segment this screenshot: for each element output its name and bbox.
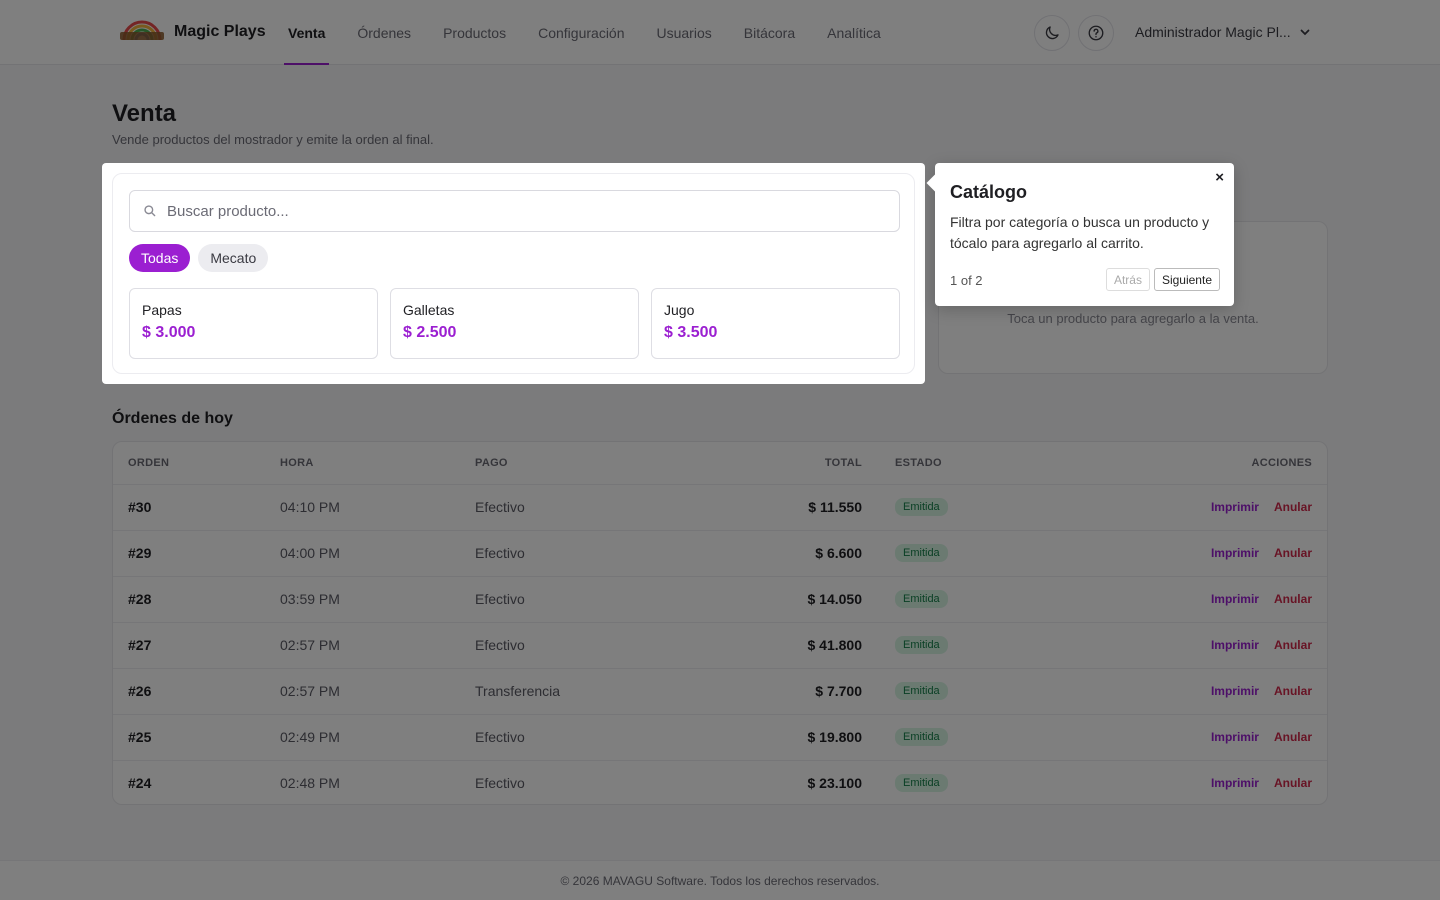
category-filters: Todas Mecato	[129, 244, 269, 272]
product-card[interactable]: Papas $ 3.000	[129, 288, 378, 359]
tour-overlay[interactable]	[0, 0, 1440, 900]
product-price: $ 3.500	[664, 324, 718, 341]
tour-progress: 1 of 2	[950, 273, 983, 288]
product-card[interactable]: Galletas $ 2.500	[390, 288, 639, 359]
tour-highlight: Buscar producto... Todas Mecato Papas $ …	[102, 163, 925, 384]
tour-nav: Atrás Siguiente	[1105, 268, 1220, 291]
product-card[interactable]: Jugo $ 3.500	[651, 288, 900, 359]
category-chip-todas[interactable]: Todas	[129, 244, 191, 272]
tour-popover: × Catálogo Filtra por categoría o busca …	[926, 163, 1234, 306]
product-name: Jugo	[664, 302, 695, 318]
tour-next-button[interactable]: Siguiente	[1153, 268, 1220, 291]
product-name: Galletas	[403, 302, 455, 318]
tour-title: Catálogo	[950, 182, 1028, 202]
tour-description: Filtra por categoría o busca un producto…	[950, 214, 1210, 251]
tour-back-button[interactable]: Atrás	[1105, 268, 1150, 291]
category-chip-mecato[interactable]: Mecato	[198, 244, 269, 272]
catalog-panel: Buscar producto... Todas Mecato Papas $ …	[112, 173, 915, 374]
close-icon[interactable]: ×	[1215, 169, 1224, 186]
product-grid: Papas $ 3.000 Galletas $ 2.500 Jugo $ 3.…	[129, 288, 900, 359]
product-name: Papas	[142, 302, 182, 318]
search-placeholder: Buscar producto...	[167, 202, 289, 220]
search-icon	[144, 205, 156, 217]
product-price: $ 3.000	[142, 324, 196, 341]
search-input[interactable]: Buscar producto...	[129, 190, 900, 232]
product-price: $ 2.500	[403, 324, 457, 341]
